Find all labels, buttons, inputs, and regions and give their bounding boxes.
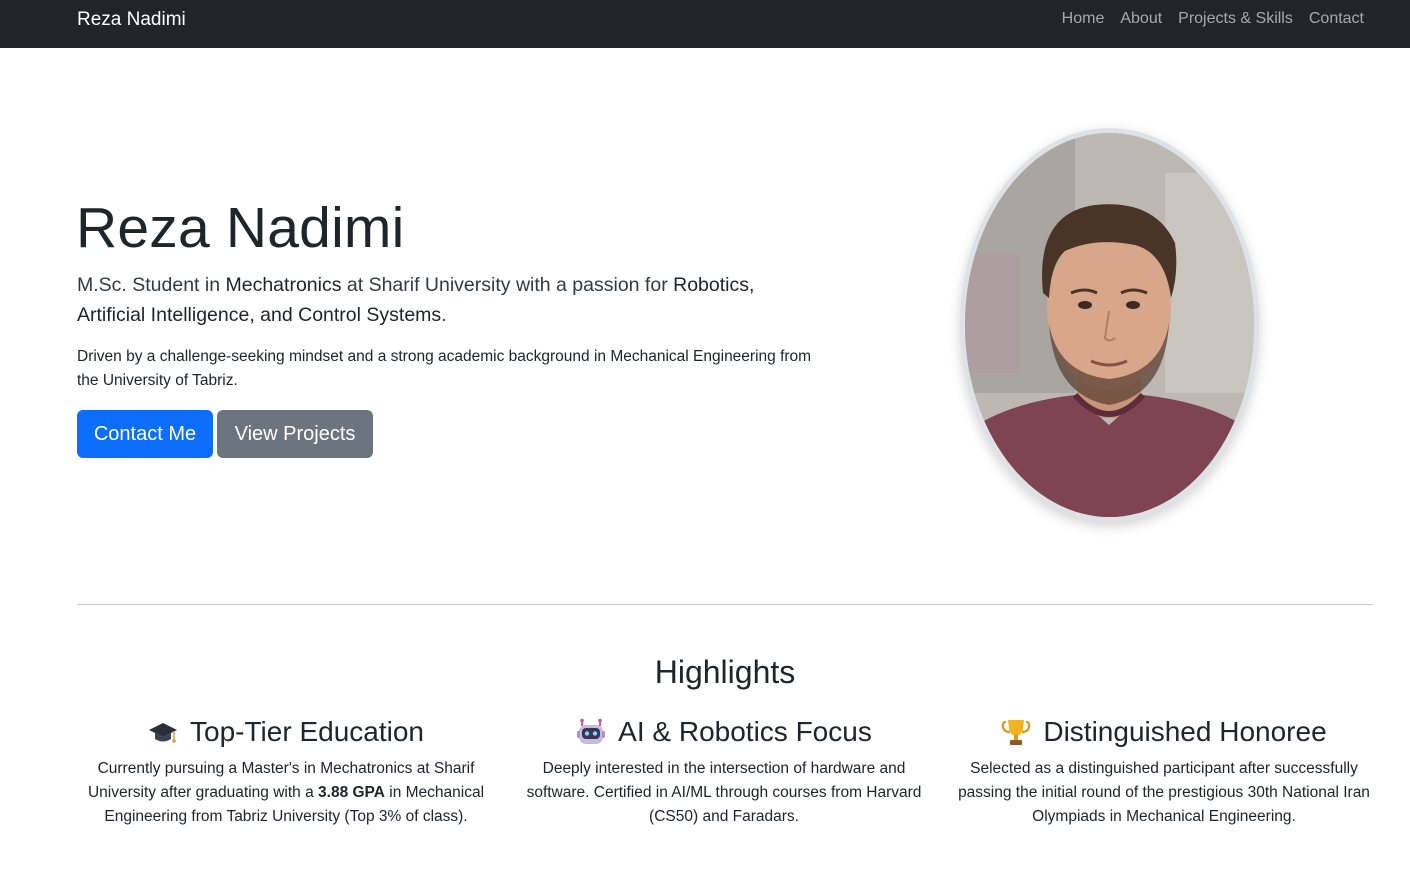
hero-description: Driven by a challenge-seeking mindset an… [77,348,812,389]
profile-photo-illustration [965,133,1254,517]
card-header: Distinguished Honoree [948,712,1380,752]
nav-links: Home About Projects & Skills Contact [1062,9,1364,29]
nav-link-projects-skills[interactable]: Projects & Skills [1178,9,1293,29]
nav-link-contact[interactable]: Contact [1309,9,1364,29]
card-title: Top-Tier Education [190,716,424,747]
nav-link-home[interactable]: Home [1062,9,1105,29]
profile-photo-frame [960,128,1259,522]
navbar-brand[interactable]: Reza Nadimi [77,8,186,32]
graduation-cap-icon [148,717,178,747]
profile-photo [965,133,1254,517]
card-header: AI & Robotics Focus [508,712,940,752]
lead-highlight-mechatronics: Mechatronics [225,274,342,296]
lead-text: . [441,304,447,326]
trophy-icon [1001,717,1031,747]
card-title: Distinguished Honoree [1043,716,1327,747]
navbar: Reza Nadimi Home About Projects & Skills… [0,0,1410,48]
card-text: Deeply interested in the intersection of… [526,760,922,825]
robot-icon [576,717,606,747]
highlight-card-honoree: Distinguished Honoree Selected as a dist… [948,712,1380,829]
lead-text: M.Sc. Student in [77,274,226,296]
section-divider [77,604,1373,605]
highlight-card-ai-robotics: AI & Robotics Focus Deeply interested in… [508,712,940,829]
gpa-highlight: 3.88 GPA [318,784,385,801]
nav-link-about[interactable]: About [1120,9,1162,29]
highlight-card-education: Top-Tier Education Currently pursuing a … [70,712,502,829]
card-title: AI & Robotics Focus [618,716,872,747]
highlights-title: Highlights [654,654,796,690]
card-text: Selected as a distinguished participant … [958,760,1370,825]
card-header: Top-Tier Education [70,712,502,752]
lead-text: at Sharif University with a passion for [341,274,674,296]
view-projects-button[interactable]: View Projects [217,410,373,458]
hero-title: Reza Nadimi [76,196,405,260]
contact-me-button[interactable]: Contact Me [77,410,213,458]
card-text: Currently pursuing a Master's in Mechatr… [70,757,502,829]
hero-lead: M.Sc. Student in Mechatronics at Sharif … [77,270,797,330]
